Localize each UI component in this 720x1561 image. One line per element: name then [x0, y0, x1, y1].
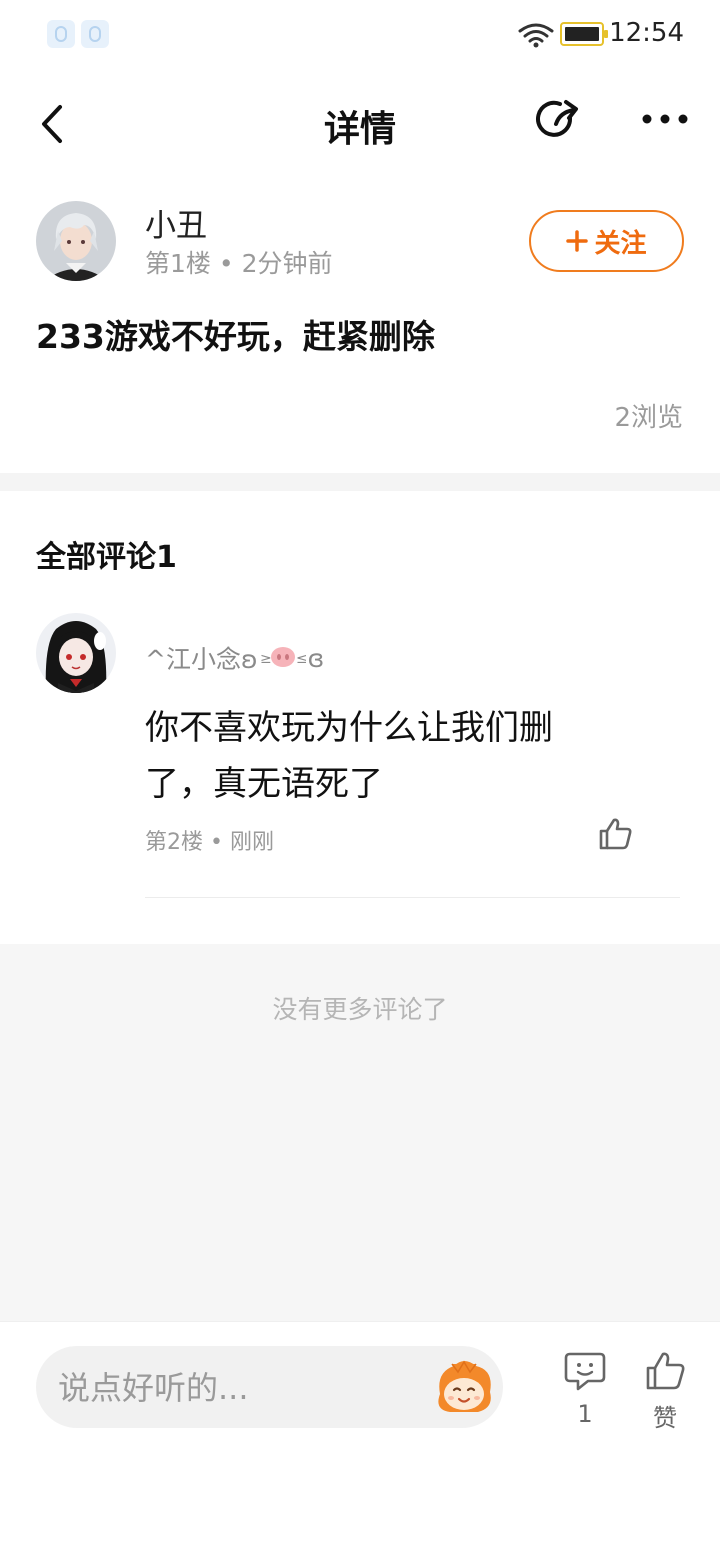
author-name[interactable]: 小丑 — [145, 200, 207, 245]
meta-separator: • — [218, 249, 242, 278]
comment-meta: 第2楼 • 刚刚 — [145, 824, 274, 856]
plus-icon — [566, 230, 589, 252]
meta-separator: • — [210, 830, 230, 855]
thumbs-up-icon[interactable] — [598, 817, 634, 851]
follow-button[interactable]: 关注 — [529, 210, 684, 272]
post-content: 233游戏不好玩，赶紧删除 — [36, 317, 435, 356]
emoji-mascot-icon[interactable] — [432, 1358, 496, 1416]
share-icon[interactable] — [534, 98, 582, 144]
section-divider — [0, 473, 720, 491]
comment-divider — [145, 897, 680, 898]
view-count: 2浏览 — [614, 403, 683, 433]
post-floor: 第1楼 — [145, 249, 211, 278]
comment-text-line: 你不喜欢玩为什么让我们删 — [145, 708, 553, 748]
status-app-icon — [47, 20, 75, 48]
battery-icon — [560, 22, 608, 46]
page-title: 详情 — [323, 109, 396, 150]
comment-bubble-icon[interactable] — [564, 1351, 606, 1391]
commenter-name-prefix: ^江小念ʚ — [145, 645, 258, 674]
like-label: 赞 — [653, 1404, 677, 1432]
commenter-avatar[interactable] — [36, 613, 116, 693]
commenter-name-suffix: ɞ — [307, 643, 325, 673]
post-meta: 第1楼 • 2分钟前 — [145, 244, 332, 280]
pig-emoji-icon: ≥ ≤ — [260, 647, 306, 667]
status-time: 12:54 — [609, 18, 684, 48]
commenter-name[interactable]: ^江小念ʚ ≥ ≤ ɞ — [145, 640, 324, 676]
comment-count: 1 — [577, 1400, 593, 1428]
comment-time: 刚刚 — [229, 830, 274, 855]
comment-floor: 第2楼 — [145, 830, 203, 855]
post-time: 2分钟前 — [241, 249, 333, 278]
svg-text:≤: ≤ — [296, 651, 306, 667]
svg-text:≥: ≥ — [260, 651, 272, 667]
more-icon[interactable] — [640, 112, 690, 126]
wifi-icon — [518, 23, 554, 48]
comment-text: 你不喜欢玩为什么让我们删 了，真无语死了 — [145, 700, 605, 812]
follow-label: 关注 — [594, 228, 647, 259]
author-avatar[interactable] — [36, 201, 116, 281]
comment-text-line: 了，真无语死了 — [145, 764, 383, 804]
status-app-icon — [81, 20, 109, 48]
no-more-comments-text: 没有更多评论了 — [272, 995, 448, 1024]
like-icon[interactable] — [645, 1351, 687, 1391]
comment-input[interactable] — [56, 1346, 430, 1430]
comments-title: 全部评论1 — [36, 540, 177, 575]
